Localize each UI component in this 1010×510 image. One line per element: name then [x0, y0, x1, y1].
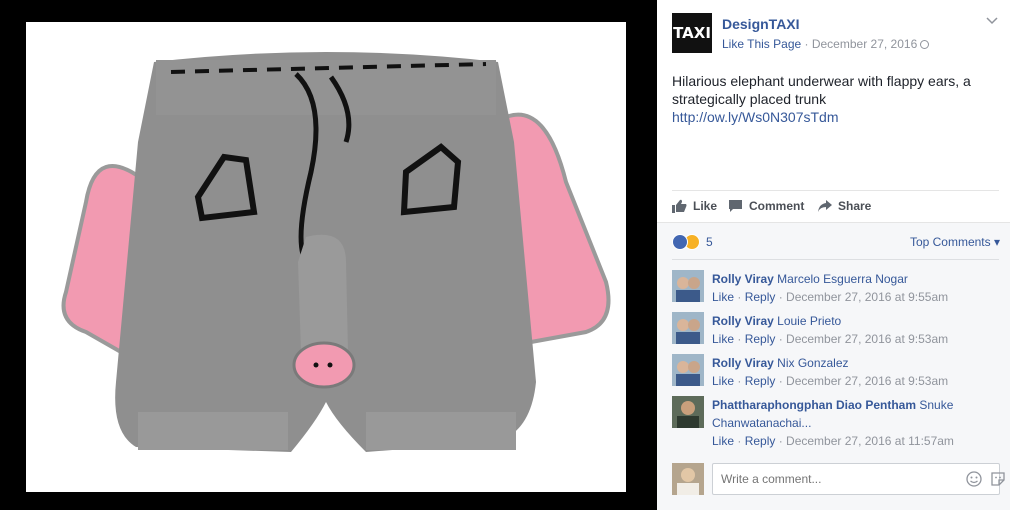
comment-like-link[interactable]: Like — [712, 290, 734, 304]
like-icon — [672, 234, 688, 250]
share-label: Share — [838, 199, 872, 213]
photo-viewer — [0, 0, 657, 510]
separator: · — [734, 290, 745, 304]
avatar[interactable] — [672, 354, 704, 386]
share-icon — [818, 200, 832, 212]
separator: · — [775, 434, 787, 448]
comment-composer — [672, 463, 1005, 497]
top-comments-label: Top Comments — [909, 235, 991, 249]
comment-tag-continued[interactable]: Chanwatanachai... — [712, 416, 811, 430]
post-text-line-1: Hilarious elephant underwear with flappy… — [672, 73, 971, 89]
post-date[interactable]: December 27, 2016 — [812, 37, 917, 51]
comment-reply-link[interactable]: Reply — [745, 374, 776, 388]
separator: · — [775, 332, 787, 346]
comment-time[interactable]: December 27, 2016 at 9:53am — [786, 374, 948, 388]
comment-input[interactable] — [712, 463, 1000, 495]
post-message: Hilarious elephant underwear with flappy… — [672, 72, 997, 126]
emoji-icon[interactable] — [966, 471, 982, 487]
comment-reply-link[interactable]: Reply — [745, 290, 776, 304]
comment-reply-link[interactable]: Reply — [745, 332, 776, 346]
reactions-summary[interactable]: 5 — [672, 233, 713, 251]
post-meta: Like This Page · December 27, 2016 — [722, 37, 930, 51]
elephant-underwear-image — [26, 22, 626, 492]
post-sidebar: TAXI DesignTAXI Like This Page · Decembe… — [657, 0, 1010, 510]
post-link[interactable]: http://ow.ly/Ws0N307sTdm — [672, 108, 997, 126]
divider — [672, 259, 999, 260]
thumbs-up-icon — [672, 199, 687, 213]
comment-like-link[interactable]: Like — [712, 374, 734, 388]
comment-author[interactable]: Rolly Viray — [712, 272, 774, 286]
comment-icon — [729, 200, 742, 212]
separator: · — [734, 434, 745, 448]
avatar[interactable] — [672, 270, 704, 302]
comment-tag[interactable]: Snuke — [919, 398, 953, 412]
comment-author[interactable]: Rolly Viray — [712, 356, 774, 370]
comment-like-link[interactable]: Like — [712, 434, 734, 448]
top-comments-dropdown[interactable]: Top Comments ▾ — [910, 235, 1000, 249]
post-photo[interactable] — [26, 22, 626, 492]
separator: · — [734, 332, 745, 346]
comment-time[interactable]: December 27, 2016 at 11:57am — [786, 434, 954, 448]
comment-time[interactable]: December 27, 2016 at 9:53am — [786, 332, 948, 346]
like-button[interactable]: Like — [672, 199, 717, 213]
avatar[interactable] — [672, 312, 704, 344]
like-label: Like — [693, 199, 718, 213]
chevron-down-icon[interactable] — [986, 16, 998, 26]
post-action-bar: Like Comment Share — [672, 190, 999, 223]
comment-author[interactable]: Rolly Viray — [712, 314, 774, 328]
post-text-line-2: strategically placed trunk — [672, 91, 827, 107]
caret-down-icon: ▾ — [990, 235, 1000, 249]
comment-author[interactable]: Phattharaphongphan Diao Pentham — [712, 398, 916, 412]
comment-reply-link[interactable]: Reply — [745, 434, 776, 448]
page-name-link[interactable]: DesignTAXI — [722, 16, 800, 32]
meta-separator: · — [801, 37, 812, 51]
comments-section: 5 Top Comments ▾ Rolly Viray Marcelo Esg… — [657, 222, 1010, 510]
comment-time[interactable]: December 27, 2016 at 9:55am — [786, 290, 948, 304]
comment-label: Comment — [749, 199, 805, 213]
globe-icon — [920, 40, 930, 49]
comment-tag[interactable]: Louie Prieto — [777, 314, 841, 328]
reaction-count: 5 — [706, 235, 713, 249]
logo-text: TAXI — [673, 24, 711, 42]
avatar — [672, 463, 704, 495]
separator: · — [734, 374, 745, 388]
like-page-link[interactable]: Like This Page — [722, 37, 801, 51]
avatar[interactable] — [672, 396, 704, 428]
separator: · — [775, 374, 787, 388]
separator: · — [775, 290, 787, 304]
comment-like-link[interactable]: Like — [712, 332, 734, 346]
page-avatar[interactable]: TAXI — [672, 13, 712, 53]
comment-tag[interactable]: Marcelo Esguerra Nogar — [777, 272, 908, 286]
comment-tag[interactable]: Nix Gonzalez — [777, 356, 848, 370]
share-button[interactable]: Share — [817, 199, 871, 213]
comment-button[interactable]: Comment — [728, 199, 804, 213]
sticker-icon[interactable] — [990, 471, 1006, 487]
